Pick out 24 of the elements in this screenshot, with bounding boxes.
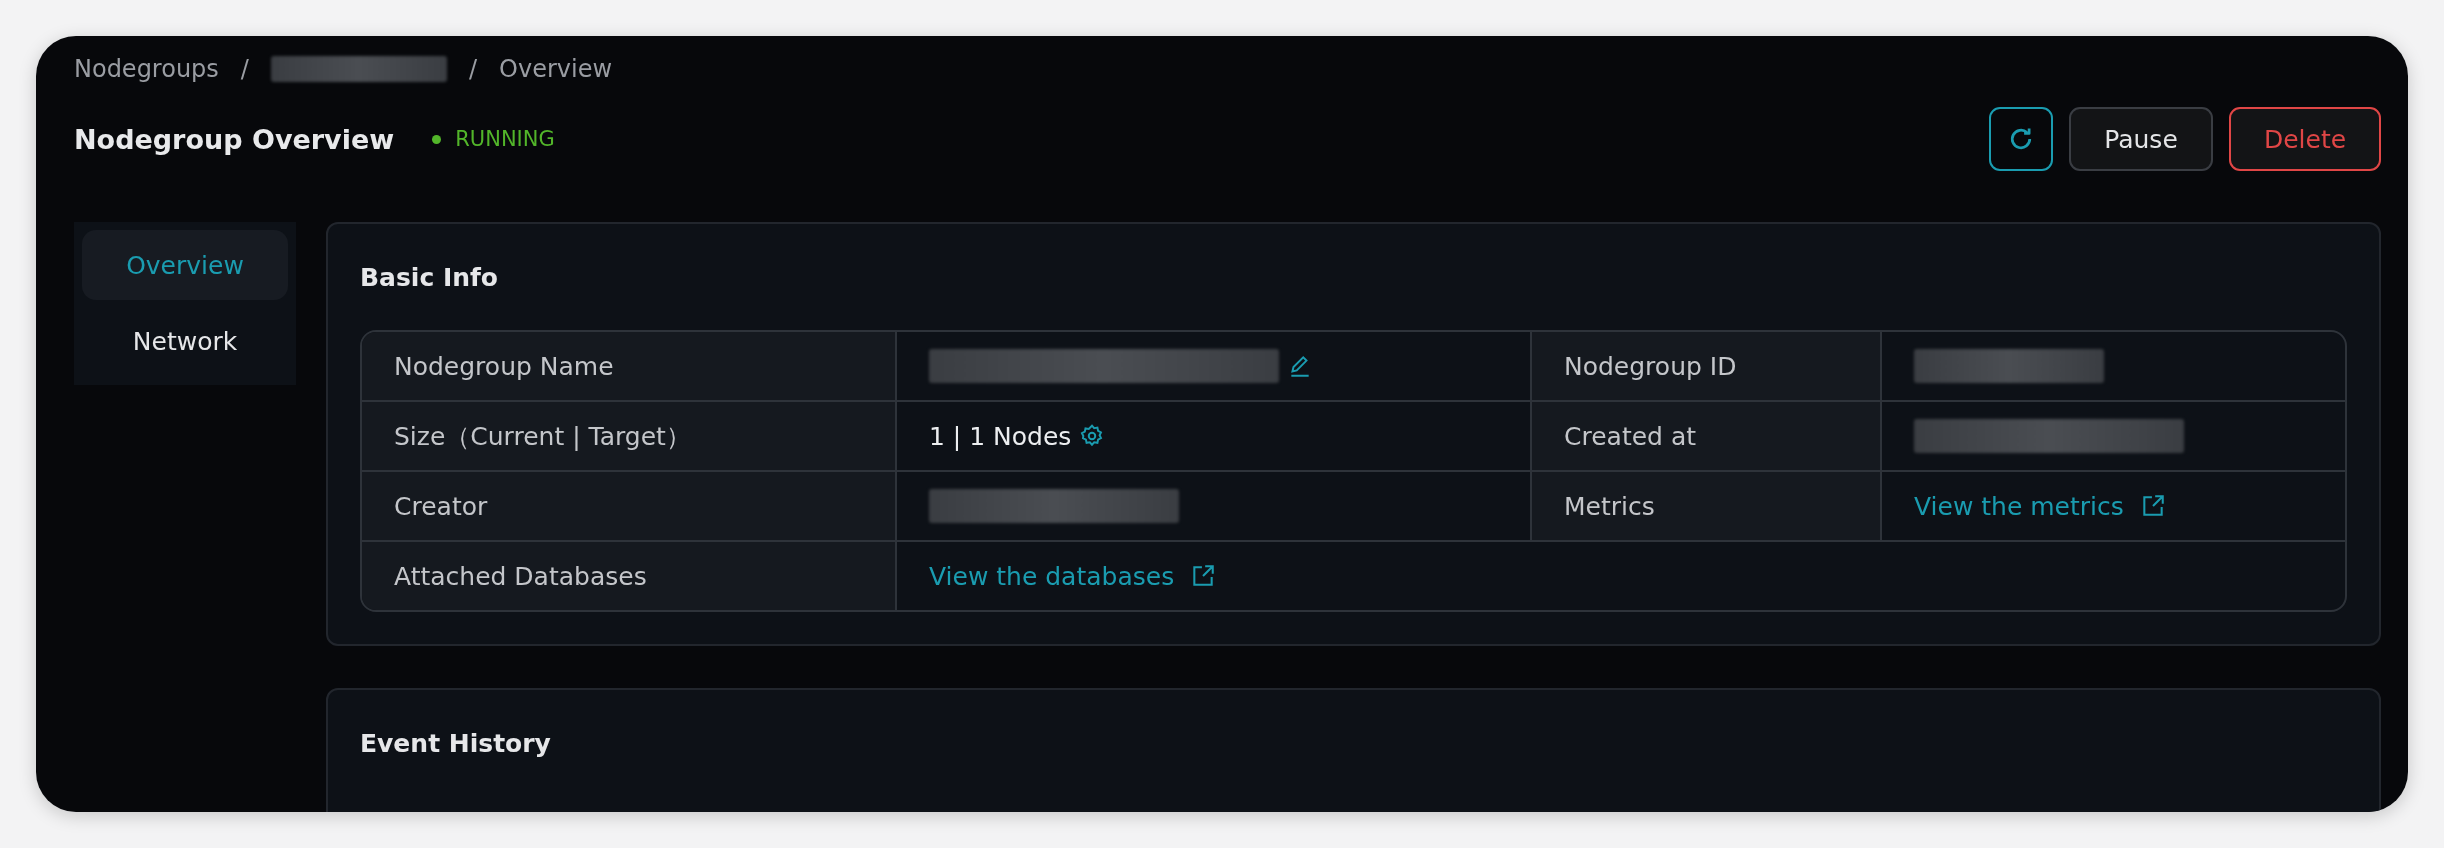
refresh-button[interactable]	[1989, 107, 2053, 171]
field-label: Creator	[362, 472, 897, 540]
field-label: Attached Databases	[362, 542, 897, 610]
link[interactable]: View the databases	[929, 561, 1175, 591]
breadcrumb-separator: /	[468, 55, 478, 83]
sidebar-item[interactable]: Network	[82, 306, 288, 376]
page-title: Nodegroup Overview	[74, 123, 395, 155]
field-label: Created at	[1532, 402, 1882, 470]
field-label: Size（Current | Target）	[362, 402, 897, 470]
status-label: RUNNING	[455, 127, 555, 151]
external-link-icon	[1190, 563, 1217, 589]
breadcrumb-link[interactable]: Nodegroups	[74, 55, 219, 83]
value-text: 1 | 1 Nodes	[929, 421, 1072, 451]
field-label: Nodegroup ID	[1532, 332, 1882, 400]
delete-button[interactable]: Delete	[2229, 107, 2381, 171]
pause-button[interactable]: Pause	[2069, 107, 2213, 171]
link[interactable]: View the metrics	[1914, 491, 2124, 521]
field-label: Nodegroup Name	[362, 332, 897, 400]
breadcrumb-link[interactable]: Overview	[499, 55, 613, 83]
field-label: Metrics	[1532, 472, 1882, 540]
card-title: Event History	[360, 727, 552, 760]
card-title: Basic Info	[360, 261, 500, 294]
sidebar-item[interactable]: Overview	[82, 230, 288, 300]
breadcrumb-separator: /	[240, 55, 249, 83]
